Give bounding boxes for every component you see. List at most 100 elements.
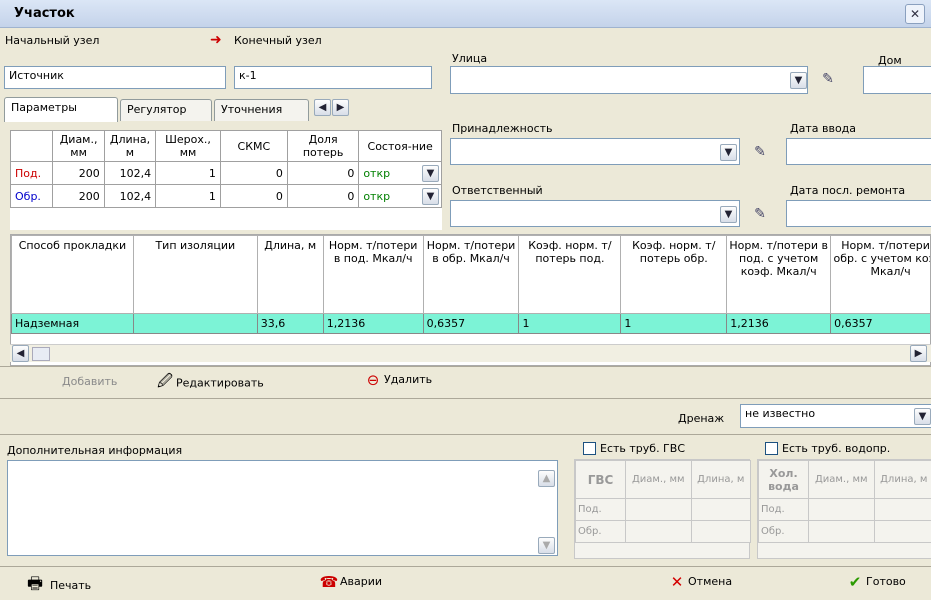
cell-state[interactable]: откр▼: [359, 185, 442, 208]
grid-header-coef-supply: Коэф. норм. т/потерь под.: [519, 236, 621, 314]
gvs-cell: [691, 521, 750, 543]
grid-scrollbar[interactable]: ◀ ▶: [10, 344, 931, 362]
row-label-supply: Под.: [11, 162, 53, 185]
grid-header-loss-coef-return: Норм. т/потери в обр. с учетом коэф. Мка…: [831, 236, 931, 314]
cell-rough[interactable]: 1: [156, 162, 221, 185]
end-node-field[interactable]: к-1: [234, 66, 432, 89]
close-icon[interactable]: ✕: [905, 4, 925, 24]
end-node-label: Конечный узел: [234, 34, 322, 47]
gvs-panel: ГВС Диам., мм Длина, м Под. Обр.: [574, 459, 750, 559]
street-label: Улица: [452, 52, 487, 65]
printer-icon: 🖶: [24, 571, 46, 600]
cancel-x-icon: ✕: [666, 573, 688, 591]
ownership-combo[interactable]: [450, 138, 740, 165]
gvs-header: ГВС: [576, 461, 626, 499]
grid-cell[interactable]: [133, 314, 257, 334]
params-header-length: Длина, м: [104, 131, 155, 162]
last-repair-field[interactable]: [786, 200, 931, 227]
row-label-return: Обр.: [11, 185, 53, 208]
accidents-button[interactable]: ☎Аварии: [318, 573, 382, 591]
tab-parameters[interactable]: Параметры: [4, 97, 118, 122]
cell-diam[interactable]: 200: [53, 162, 104, 185]
commission-date-field[interactable]: [786, 138, 931, 165]
edit-street-icon[interactable]: ✎: [818, 70, 838, 88]
responsible-combo[interactable]: [450, 200, 740, 227]
chevron-down-icon[interactable]: ▼: [422, 165, 439, 182]
start-node-field[interactable]: Источник: [4, 66, 226, 89]
chevron-down-icon[interactable]: ▼: [790, 72, 807, 89]
checkmark-icon: ✔: [844, 573, 866, 591]
edit-responsible-icon[interactable]: ✎: [750, 205, 770, 223]
cell-length[interactable]: 102,4: [104, 185, 155, 208]
grid-header-laying: Способ прокладки: [12, 236, 134, 314]
scroll-up-icon[interactable]: ▲: [538, 470, 555, 487]
add-button[interactable]: Добавить: [62, 375, 117, 388]
params-table: Диам., мм Длина, м Шерох., мм СКМС Доля …: [10, 130, 442, 208]
house-field[interactable]: [863, 66, 931, 94]
chevron-down-icon[interactable]: ▼: [914, 408, 931, 425]
divider: [0, 566, 931, 567]
telephone-icon: ☎: [318, 573, 340, 591]
scroll-down-icon[interactable]: ▼: [538, 537, 555, 554]
cold-water-header: Хол. вода: [759, 461, 809, 499]
edit-label: Редактировать: [176, 377, 264, 390]
cold-water-cell: [874, 521, 931, 543]
params-header-state: Состоя-ние: [359, 131, 442, 162]
cell-length[interactable]: 102,4: [104, 162, 155, 185]
grid-cell[interactable]: 0,6357: [831, 314, 931, 334]
table-row: Обр. 200 102,4 1 0 0 откр▼: [11, 185, 442, 208]
tab-refinements[interactable]: Уточнения: [214, 99, 309, 121]
cancel-button[interactable]: ✕Отмена: [666, 573, 732, 591]
edit-button[interactable]: 🖉Редактировать: [154, 371, 264, 396]
grid-cell[interactable]: 0,6357: [423, 314, 519, 334]
cell-state[interactable]: откр▼: [359, 162, 442, 185]
extra-info-textarea[interactable]: [7, 460, 558, 556]
gvs-row-return: Обр.: [576, 521, 626, 543]
grid-cell[interactable]: 1,2136: [323, 314, 423, 334]
print-button[interactable]: 🖶Печать: [24, 571, 91, 600]
cell-loss[interactable]: 0: [287, 162, 358, 185]
edit-ownership-icon[interactable]: ✎: [750, 143, 770, 161]
gvs-row-supply: Под.: [576, 499, 626, 521]
grid-cell[interactable]: Надземная: [12, 314, 134, 334]
done-label: Готово: [866, 575, 906, 588]
cell-diam[interactable]: 200: [53, 185, 104, 208]
gvs-table: ГВС Диам., мм Длина, м Под. Обр.: [575, 460, 751, 543]
grid-cell[interactable]: 1: [621, 314, 727, 334]
cell-loss[interactable]: 0: [287, 185, 358, 208]
scroll-left-icon[interactable]: ◀: [12, 345, 29, 362]
delete-button[interactable]: ⊖Удалить: [362, 371, 432, 389]
cell-rough[interactable]: 1: [156, 185, 221, 208]
grid-header-coef-return: Коэф. норм. т/потерь обр.: [621, 236, 727, 314]
params-header-diam: Диам., мм: [53, 131, 104, 162]
table-row[interactable]: Надземная 33,6 1,2136 0,6357 1 1 1,2136 …: [12, 314, 931, 334]
cold-water-table: Хол. вода Диам., мм Длина, м Под. Обр.: [758, 460, 931, 543]
chevron-down-icon[interactable]: ▼: [720, 206, 737, 223]
grid-header-loss-supply: Норм. т/потери в под. Мкал/ч: [323, 236, 423, 314]
gvs-col-length: Длина, м: [691, 461, 750, 499]
grid-cell[interactable]: 33,6: [257, 314, 323, 334]
last-repair-label: Дата посл. ремонта: [790, 184, 905, 197]
grid-header-length: Длина, м: [257, 236, 323, 314]
tab-scroll-right-icon[interactable]: ▶: [332, 99, 349, 116]
drain-select[interactable]: не известно: [740, 404, 931, 428]
divider: [0, 434, 931, 435]
arrow-right-icon: ➜: [210, 32, 222, 48]
scroll-right-icon[interactable]: ▶: [910, 345, 927, 362]
cell-skms[interactable]: 0: [220, 162, 287, 185]
accidents-label: Аварии: [340, 575, 382, 588]
gvs-checkbox[interactable]: [583, 442, 596, 455]
done-button[interactable]: ✔Готово: [844, 573, 906, 591]
grid-cell[interactable]: 1: [519, 314, 621, 334]
cold-water-panel: Хол. вода Диам., мм Длина, м Под. Обр.: [757, 459, 931, 559]
cell-skms[interactable]: 0: [220, 185, 287, 208]
scroll-thumb[interactable]: [32, 347, 50, 361]
grid-cell[interactable]: 1,2136: [727, 314, 831, 334]
tab-scroll-left-icon[interactable]: ◀: [314, 99, 331, 116]
cold-water-checkbox[interactable]: [765, 442, 778, 455]
street-combo[interactable]: [450, 66, 808, 94]
chevron-down-icon[interactable]: ▼: [720, 144, 737, 161]
tab-regulator[interactable]: Регулятор: [120, 99, 212, 121]
title-bar: Участок ✕: [0, 0, 931, 28]
chevron-down-icon[interactable]: ▼: [422, 188, 439, 205]
